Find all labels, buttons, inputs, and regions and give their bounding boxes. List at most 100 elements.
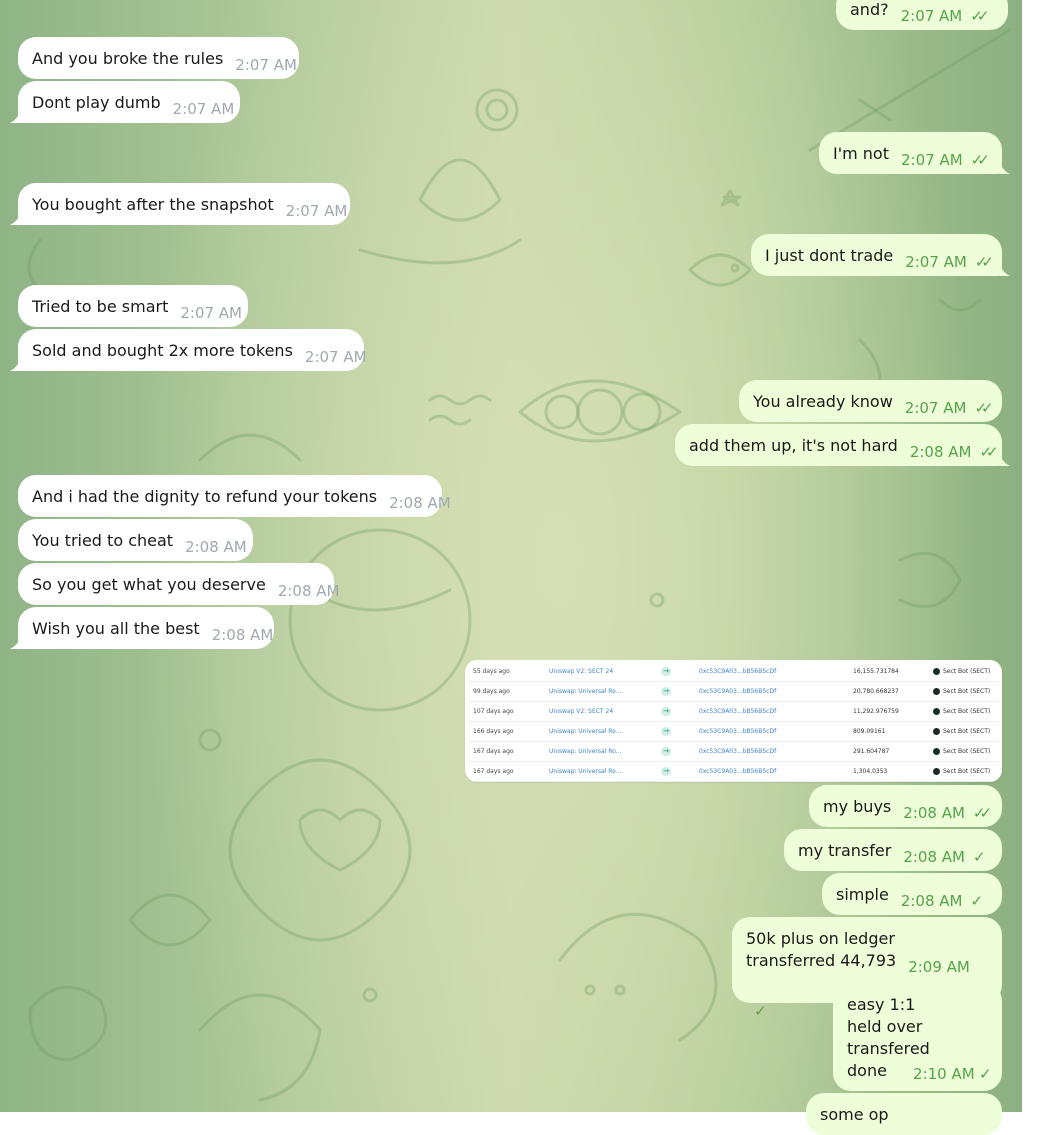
table-cell-amount: 16,155.731784 [853, 668, 899, 675]
message-bubble-out[interactable]: my buys 2:08 AM ✓✓ [809, 785, 1002, 827]
message-bubble-out[interactable]: easy 1:1 held over transfered done 2:10 … [833, 983, 1002, 1091]
message-time: 2:08 AM [900, 892, 963, 910]
table-cell-method: Uniswap: Universal Ro... [549, 728, 622, 735]
table-cell-token: Sect Bot (SECT) [943, 688, 991, 695]
table-cell-age: 107 days ago [473, 708, 514, 715]
table-row: 167 days ago Uniswap: Universal Ro... → 0xc… [469, 762, 998, 782]
token-logo-icon [933, 748, 940, 755]
bubble-tail-icon [10, 111, 20, 123]
table-cell-address: 0xc53C9A03...bB56B5cDf [699, 708, 777, 715]
message-time: 2:07 AM [235, 56, 297, 74]
table-cell-token: Sect Bot (SECT) [943, 668, 991, 675]
table-cell-amount: 1,304.0353 [853, 768, 888, 775]
message-time: 2:07 AM [901, 151, 963, 169]
table-cell-address: 0xc53C9A03...bB56B5cDf [699, 748, 777, 755]
double-check-icon: ✓✓ [979, 443, 998, 461]
message-text: add them up, it's not hard [689, 436, 898, 455]
message-bubble-in[interactable]: You tried to cheat 2:08 AM [18, 519, 253, 561]
table-cell-age: 167 days ago [473, 748, 514, 755]
message-text: some op [820, 1105, 889, 1124]
message-bubble-in[interactable]: And you broke the rules 2:07 AM [18, 37, 299, 79]
table-cell-amount: 291.604787 [853, 748, 890, 755]
single-check-icon: ✓ [754, 1002, 766, 1020]
arrow-right-icon: → [661, 667, 671, 676]
message-time: 2:08 AM [211, 626, 274, 644]
message-bubble-out[interactable]: I'm not 2:07 AM ✓✓ [819, 132, 1002, 174]
arrow-right-icon: → [661, 687, 671, 696]
table-cell-age: 55 days ago [473, 668, 510, 675]
message-text: 50k plus on ledger transferred 44,793 [746, 928, 896, 972]
double-check-icon: ✓✓ [970, 7, 989, 25]
message-text: And you broke the rules [32, 49, 224, 68]
table-cell-amount: 20,780.668237 [853, 688, 899, 695]
arrow-right-icon: → [661, 727, 671, 736]
arrow-right-icon: → [661, 767, 671, 776]
message-line: 50k plus on ledger [746, 929, 895, 948]
message-bubble-in[interactable]: Sold and bought 2x more tokens 2:07 AM [18, 329, 367, 371]
table-cell-address: 0xc53C9A03...bB56B5cDf [699, 768, 777, 775]
message-bubble-out[interactable]: I just dont trade 2:07 AM ✓✓ [751, 234, 1002, 276]
bubble-tail-icon [10, 213, 20, 225]
message-time: 2:10 AM [913, 1065, 975, 1083]
table-cell-amount: 11,292.976759 [853, 708, 899, 715]
image-attachment[interactable]: 55 days ago Uniswap V2: SECT 24 → 0xc53C9A0… [465, 660, 1002, 782]
table-cell-token: Sect Bot (SECT) [943, 728, 991, 735]
table-cell-method: Uniswap: Universal Ro... [549, 768, 622, 775]
message-text: my transfer [798, 841, 892, 860]
single-check-icon: ✓ [972, 848, 985, 866]
message-bubble-in[interactable]: So you get what you deserve 2:08 AM [18, 563, 339, 605]
double-check-icon: ✓✓ [970, 151, 990, 169]
table-cell-token: Sect Bot (SECT) [943, 708, 991, 715]
message-bubble-out[interactable]: and? 2:07 AM ✓✓ [836, 0, 1008, 30]
message-time: 2:08 AM [903, 848, 965, 866]
message-time: 2:07 AM [172, 100, 235, 118]
arrow-right-icon: → [661, 747, 671, 756]
double-check-icon: ✓✓ [974, 399, 993, 417]
table-row: 107 days ago Uniswap V2: SECT 24 → 0xc53C9A… [469, 702, 998, 722]
message-text: and? [850, 0, 889, 19]
message-text: And i had the dignity to refund your tok… [32, 487, 378, 506]
message-text: Sold and bought 2x more tokens [32, 341, 293, 360]
table-cell-age: 166 days ago [473, 728, 514, 735]
token-logo-icon [933, 728, 940, 735]
message-bubble-out[interactable]: add them up, it's not hard 2:08 AM ✓✓ [675, 424, 1002, 466]
message-bubble-out[interactable]: You already know 2:07 AM ✓✓ [739, 380, 1002, 422]
message-bubble-in[interactable]: Dont play dumb 2:07 AM [18, 81, 240, 123]
token-logo-icon [933, 688, 940, 695]
table-row: 167 days ago Uniswap: Universal Ro... → 0xc… [469, 742, 998, 762]
message-time: 2:07 AM [180, 304, 242, 322]
single-check-icon: ✓ [970, 892, 982, 910]
message-text: my buys [823, 797, 892, 816]
message-time: 2:08 AM [389, 494, 451, 512]
table-cell-address: 0xc53C9A03...bB56B5cDf [699, 688, 777, 695]
table-row: 55 days ago Uniswap V2: SECT 24 → 0xc53C9A0… [469, 662, 998, 682]
scrollbar-track[interactable] [1022, 0, 1038, 1112]
table-cell-method: Uniswap V2: SECT 24 [549, 708, 614, 715]
message-time: 2:08 AM [909, 443, 972, 461]
table-cell-token: Sect Bot (SECT) [943, 748, 991, 755]
message-bubble-in[interactable]: You bought after the snapshot 2:07 AM [18, 183, 350, 225]
message-line: easy 1:1 [847, 995, 916, 1014]
table-cell-age: 99 days ago [473, 688, 510, 695]
table-cell-method: Uniswap: Universal Ro... [549, 748, 622, 755]
message-text: You tried to cheat [32, 531, 174, 550]
message-text: simple [836, 885, 889, 904]
message-bubble-in[interactable]: Wish you all the best 2:08 AM [18, 607, 274, 649]
token-logo-icon [933, 668, 940, 675]
table-cell-method: Uniswap: Universal Ro... [549, 688, 622, 695]
table-cell-token: Sect Bot (SECT) [943, 768, 991, 775]
message-bubble-in[interactable]: And i had the dignity to refund your tok… [18, 475, 451, 517]
bubble-tail-icon [1000, 162, 1010, 174]
message-bubble-out[interactable]: simple 2:08 AM ✓ [822, 873, 1002, 915]
message-text: I just dont trade [765, 246, 894, 265]
bubble-tail-icon [10, 359, 20, 371]
message-bubble-out-partial[interactable]: some op [806, 1093, 1002, 1135]
message-bubble-in[interactable]: Tried to be smart 2:07 AM [18, 285, 248, 327]
message-text: I'm not [833, 144, 889, 163]
table-cell-amount: 809.09161 [853, 728, 886, 735]
message-time: 2:09 AM [908, 958, 970, 976]
double-check-icon: ✓✓ [972, 804, 992, 822]
table-row: 99 days ago Uniswap: Universal Ro... → 0xc5… [469, 682, 998, 702]
table-cell-method: Uniswap V2: SECT 24 [549, 668, 614, 675]
message-bubble-out[interactable]: my transfer 2:08 AM ✓ [784, 829, 1002, 871]
